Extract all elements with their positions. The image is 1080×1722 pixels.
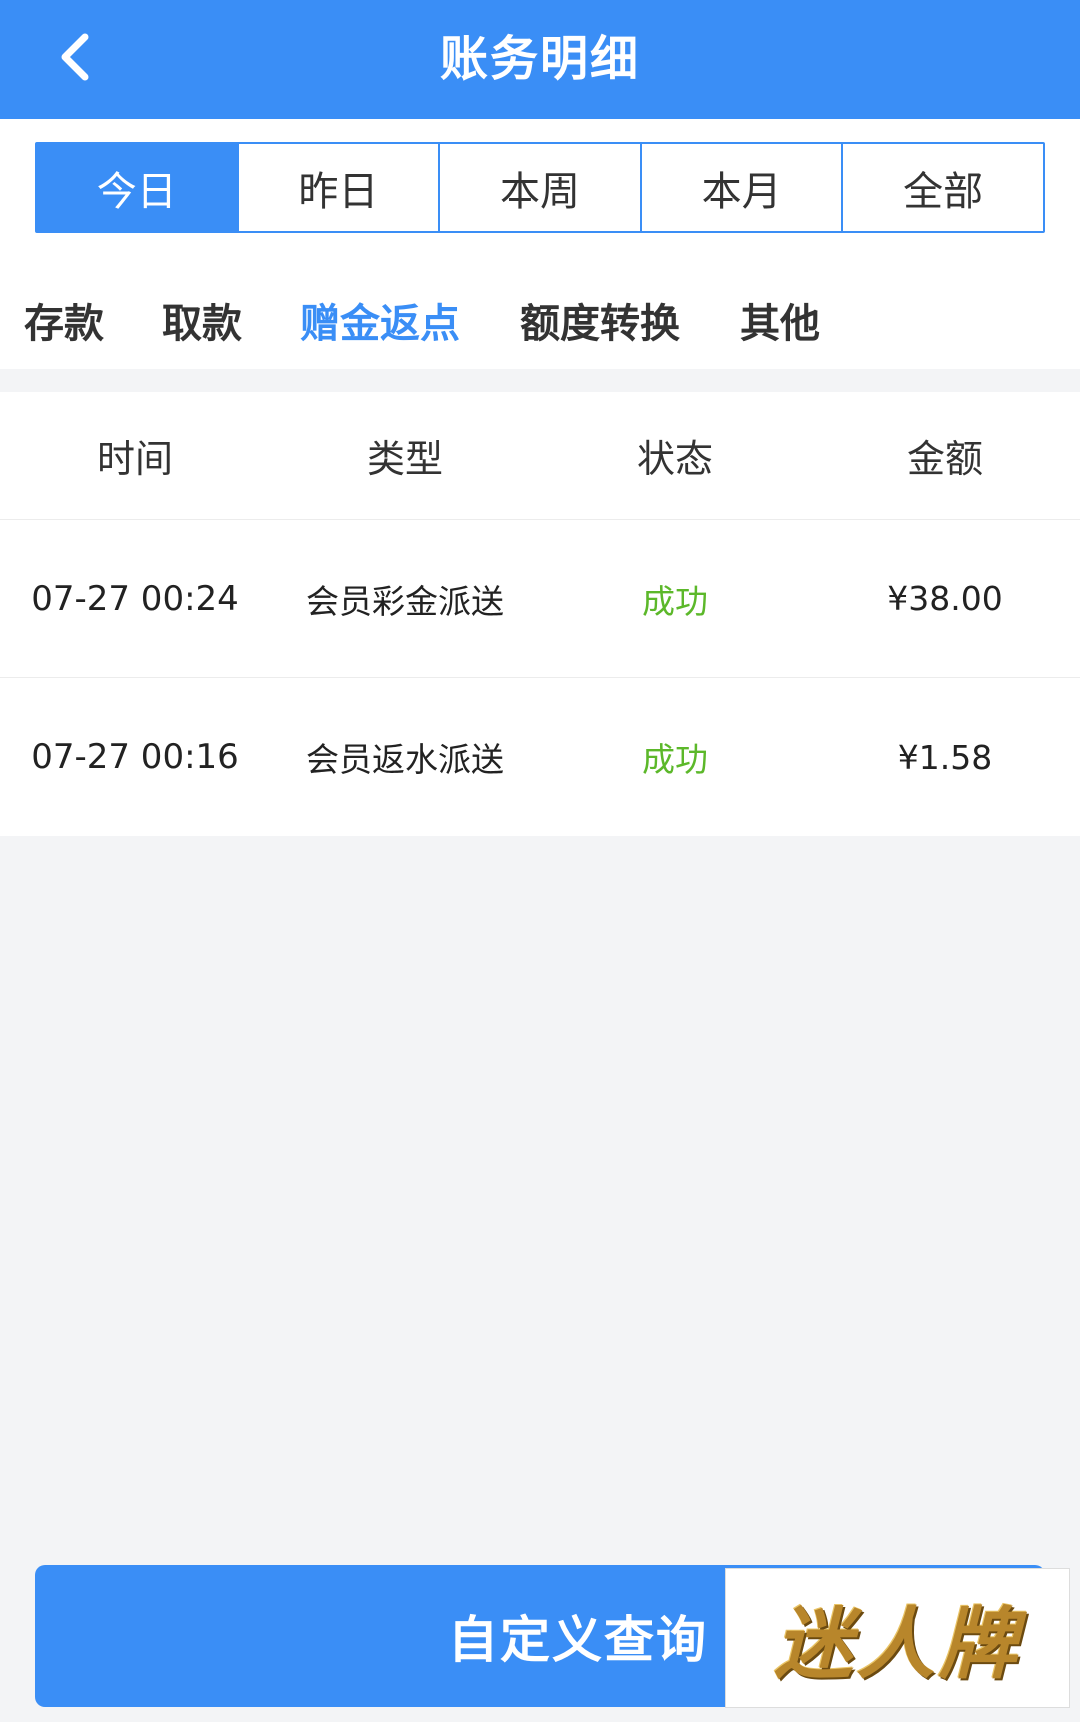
cell-type: 会员返水派送: [306, 740, 504, 779]
watermark-text: 迷人牌: [774, 1599, 1021, 1690]
tab-withdraw[interactable]: 取款: [162, 280, 242, 360]
category-tab-bar: 存款 取款 赠金返点 额度转换 其他: [0, 280, 1080, 360]
column-header-time: 时间: [96, 437, 173, 481]
custom-query-label: 自定义查询: [448, 1611, 708, 1669]
watermark-logo: 迷人牌: [725, 1568, 1070, 1708]
cell-time: 07-27 00:24: [31, 578, 239, 619]
tab-deposit[interactable]: 存款: [24, 280, 104, 360]
period-tab-bar: 今日 昨日 本周 本月 全部: [35, 142, 1045, 233]
tab-bonus-rebate[interactable]: 赠金返点: [300, 280, 460, 360]
cell-time: 07-27 00:16: [31, 737, 239, 777]
tab-all[interactable]: 全部: [841, 144, 1043, 231]
column-header-type: 类型: [366, 437, 443, 481]
column-header-status: 状态: [636, 437, 713, 481]
column-header-amount: 金额: [906, 437, 983, 481]
cell-type: 会员彩金派送: [306, 581, 504, 621]
tab-yesterday[interactable]: 昨日: [236, 144, 439, 231]
cell-status: 成功: [642, 581, 708, 621]
cell-amount: ¥38.00: [887, 579, 1003, 618]
cell-status: 成功: [642, 740, 708, 779]
cell-amount: ¥1.58: [897, 737, 993, 777]
tab-other[interactable]: 其他: [740, 280, 820, 360]
page-title: 账务明细: [439, 31, 640, 87]
tab-credit-transfer[interactable]: 额度转换: [520, 280, 680, 360]
app-header: 账务明细: [0, 0, 1080, 119]
table-row[interactable]: 07-27 00:16 会员返水派送 成功 ¥1.58: [0, 678, 1080, 836]
table-header: 时间 类型 状态 金额: [0, 392, 1080, 520]
table-row[interactable]: 07-27 00:24 会员彩金派送 成功 ¥38.00: [0, 520, 1080, 678]
transaction-table: 时间 类型 状态 金额 07-27 00:24 会员彩金派送 成功 ¥38.00…: [0, 392, 1080, 836]
tab-today[interactable]: 今日: [37, 144, 237, 231]
tab-this-week[interactable]: 本周: [438, 144, 640, 231]
tab-this-month[interactable]: 本月: [639, 144, 842, 231]
